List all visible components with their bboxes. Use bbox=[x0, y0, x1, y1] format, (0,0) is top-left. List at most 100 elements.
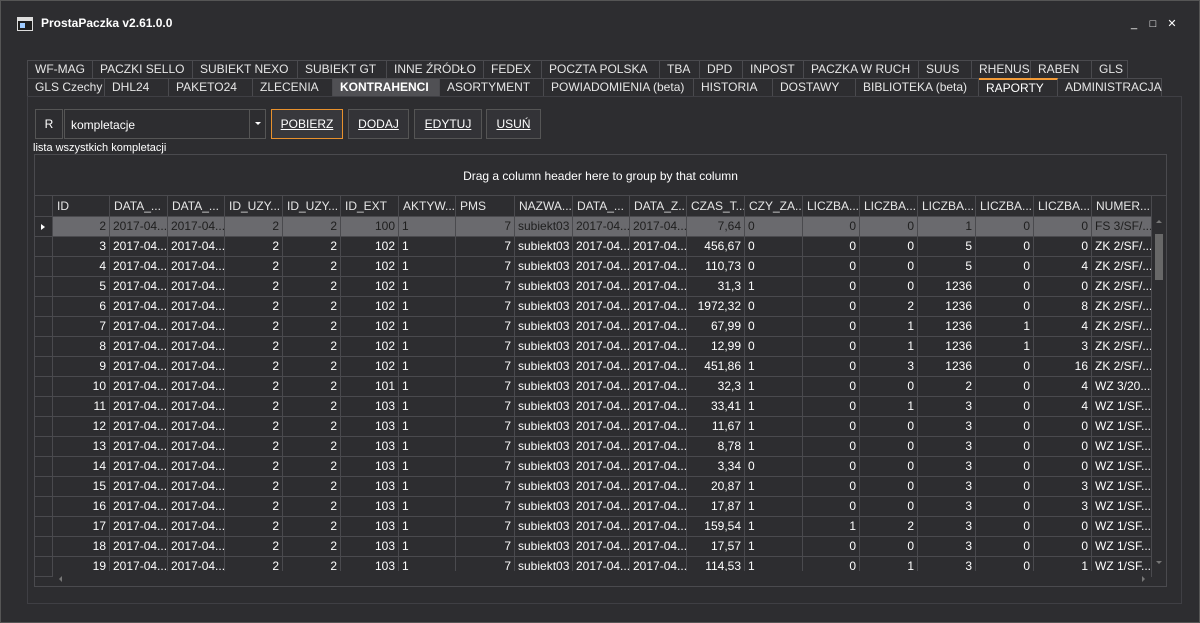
table-cell[interactable]: 1 bbox=[399, 237, 456, 257]
table-cell[interactable]: 7 bbox=[456, 317, 515, 337]
table-cell[interactable]: 1 bbox=[399, 477, 456, 497]
table-cell[interactable]: 0 bbox=[860, 277, 918, 297]
tab-biblioteka[interactable]: BIBLIOTEKA (beta) bbox=[856, 78, 979, 96]
table-cell[interactable]: 103 bbox=[341, 477, 399, 497]
table-cell[interactable]: 1 bbox=[399, 377, 456, 397]
column-header[interactable]: DATA_... bbox=[168, 196, 225, 217]
table-cell[interactable]: 2017-04... bbox=[630, 537, 687, 557]
table-cell[interactable]: 2017-04... bbox=[630, 257, 687, 277]
table-cell[interactable]: 7 bbox=[456, 337, 515, 357]
tab-historia[interactable]: HISTORIA bbox=[694, 78, 773, 96]
table-cell[interactable]: 2017-04... bbox=[168, 277, 225, 297]
edytuj-button[interactable]: EDYTUJ bbox=[414, 109, 482, 139]
table-cell[interactable]: 2017-04... bbox=[168, 217, 225, 237]
table-cell[interactable]: 2017-04... bbox=[168, 337, 225, 357]
table-cell[interactable]: 0 bbox=[745, 457, 803, 477]
table-cell[interactable]: 0 bbox=[860, 377, 918, 397]
column-header[interactable]: CZY_ZA... bbox=[745, 196, 803, 217]
table-cell[interactable]: ZK 2/SF/... bbox=[1092, 277, 1152, 297]
table-cell[interactable]: 2 bbox=[283, 417, 341, 437]
table-cell[interactable]: 2 bbox=[225, 357, 283, 377]
table-cell[interactable]: 0 bbox=[803, 317, 860, 337]
scroll-up-icon[interactable] bbox=[1156, 220, 1162, 223]
column-header[interactable]: NAZWA... bbox=[515, 196, 573, 217]
table-cell[interactable]: 7 bbox=[456, 257, 515, 277]
scroll-thumb[interactable] bbox=[1155, 234, 1163, 280]
tab-subiekt-nexo[interactable]: SUBIEKT NEXO bbox=[193, 60, 298, 78]
table-cell[interactable]: 103 bbox=[341, 397, 399, 417]
table-cell[interactable]: 2017-04... bbox=[630, 497, 687, 517]
table-cell[interactable]: 0 bbox=[976, 217, 1034, 237]
table-cell[interactable]: 102 bbox=[341, 297, 399, 317]
table-cell[interactable]: 2 bbox=[283, 437, 341, 457]
table-cell[interactable]: subiekt03 bbox=[515, 257, 573, 277]
row-indicator[interactable] bbox=[35, 217, 53, 237]
tab-powiadomienia[interactable]: POWIADOMIENIA (beta) bbox=[544, 78, 694, 96]
table-cell[interactable]: 1 bbox=[860, 337, 918, 357]
table-cell[interactable]: 1 bbox=[399, 437, 456, 457]
row-indicator[interactable] bbox=[35, 337, 53, 357]
table-row[interactable]: 13 2017-04... 2017-04... 2 2 103 1 7 subiekt03 20… bbox=[35, 437, 1152, 457]
table-cell[interactable]: 1 bbox=[399, 257, 456, 277]
table-cell[interactable]: 2 bbox=[225, 317, 283, 337]
table-row[interactable]: 9 2017-04... 2017-04... 2 2 102 1 7 subiekt03 201… bbox=[35, 357, 1152, 377]
table-cell[interactable]: 3 bbox=[918, 497, 976, 517]
table-cell[interactable]: 2 bbox=[283, 237, 341, 257]
table-cell[interactable]: 1 bbox=[745, 417, 803, 437]
table-cell[interactable]: 0 bbox=[860, 537, 918, 557]
table-cell[interactable]: 7 bbox=[456, 377, 515, 397]
table-cell[interactable]: 2 bbox=[225, 537, 283, 557]
table-cell[interactable]: 17,57 bbox=[687, 537, 745, 557]
table-cell[interactable]: ZK 2/SF/... bbox=[1092, 257, 1152, 277]
tab-asortyment[interactable]: ASORTYMENT bbox=[440, 78, 544, 96]
column-header[interactable]: ID_UZY... bbox=[225, 196, 283, 217]
table-cell[interactable]: 3 bbox=[1034, 477, 1092, 497]
table-cell[interactable]: 0 bbox=[860, 497, 918, 517]
tab-paczka-w-ruch[interactable]: PACZKA W RUCH bbox=[804, 60, 919, 78]
column-header[interactable]: LICZBA... bbox=[918, 196, 976, 217]
table-cell[interactable]: 2017-04... bbox=[573, 497, 630, 517]
table-cell[interactable]: 1 bbox=[745, 537, 803, 557]
table-cell[interactable]: 103 bbox=[341, 537, 399, 557]
table-cell[interactable]: 0 bbox=[976, 297, 1034, 317]
table-cell[interactable]: 0 bbox=[860, 437, 918, 457]
table-cell[interactable]: 0 bbox=[745, 297, 803, 317]
table-cell[interactable]: 2 bbox=[918, 377, 976, 397]
table-cell[interactable]: 2 bbox=[283, 477, 341, 497]
table-cell[interactable]: 0 bbox=[976, 497, 1034, 517]
table-cell[interactable]: 0 bbox=[803, 417, 860, 437]
scroll-down-icon[interactable] bbox=[1156, 561, 1162, 564]
table-cell[interactable]: 1 bbox=[399, 357, 456, 377]
table-cell[interactable]: 110,73 bbox=[687, 257, 745, 277]
table-cell[interactable]: 1 bbox=[918, 217, 976, 237]
table-cell[interactable]: 9 bbox=[53, 357, 110, 377]
table-cell[interactable]: subiekt03 bbox=[515, 277, 573, 297]
table-cell[interactable]: 7 bbox=[456, 437, 515, 457]
table-cell[interactable]: 12,99 bbox=[687, 337, 745, 357]
table-cell[interactable]: 4 bbox=[1034, 317, 1092, 337]
table-cell[interactable]: 4 bbox=[53, 257, 110, 277]
table-cell[interactable]: 3 bbox=[860, 357, 918, 377]
table-cell[interactable]: 1 bbox=[745, 437, 803, 457]
table-cell[interactable]: 7 bbox=[456, 357, 515, 377]
table-cell[interactable]: 1 bbox=[399, 317, 456, 337]
table-cell[interactable]: 0 bbox=[976, 237, 1034, 257]
table-cell[interactable]: 2017-04... bbox=[573, 477, 630, 497]
table-cell[interactable]: 7 bbox=[456, 237, 515, 257]
table-cell[interactable]: 2017-04... bbox=[168, 517, 225, 537]
table-cell[interactable]: 1 bbox=[399, 417, 456, 437]
column-header[interactable]: LICZBA... bbox=[860, 196, 918, 217]
table-cell[interactable]: 0 bbox=[860, 457, 918, 477]
tab-paczki-sello[interactable]: PACZKI SELLO bbox=[93, 60, 193, 78]
table-cell[interactable]: 7 bbox=[456, 217, 515, 237]
table-cell[interactable]: 0 bbox=[745, 337, 803, 357]
table-cell[interactable]: 2 bbox=[53, 217, 110, 237]
table-cell[interactable]: 1 bbox=[399, 457, 456, 477]
table-cell[interactable]: 1 bbox=[976, 317, 1034, 337]
table-cell[interactable]: 0 bbox=[976, 437, 1034, 457]
table-cell[interactable]: 2 bbox=[283, 397, 341, 417]
table-cell[interactable]: 0 bbox=[803, 217, 860, 237]
table-cell[interactable]: 2017-04... bbox=[168, 477, 225, 497]
table-cell[interactable]: 1 bbox=[399, 277, 456, 297]
table-cell[interactable]: 2 bbox=[283, 517, 341, 537]
